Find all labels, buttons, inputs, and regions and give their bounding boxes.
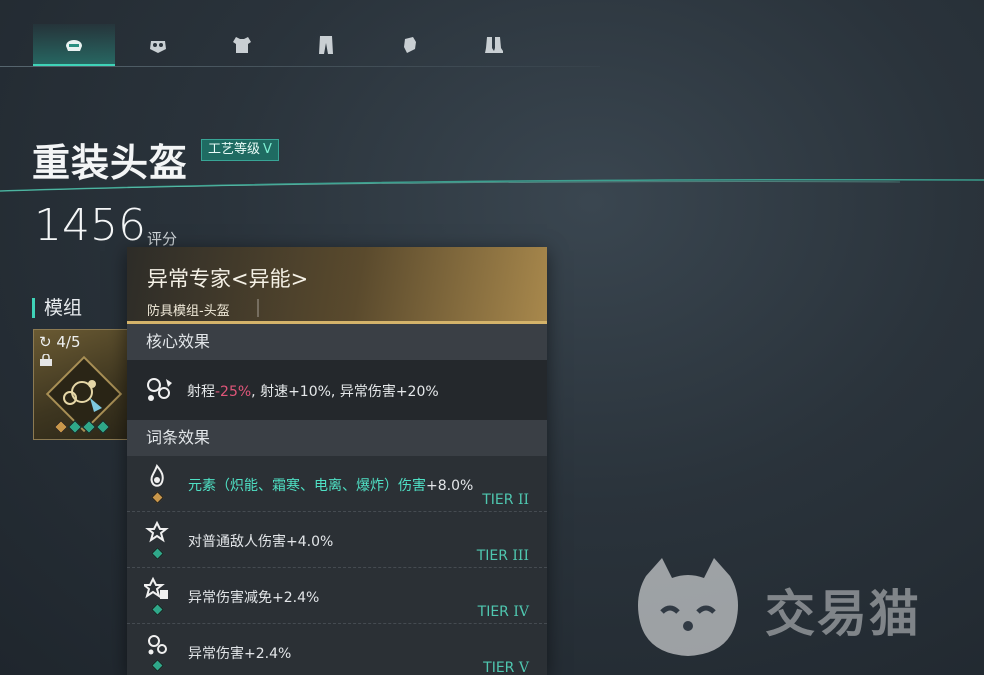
- affix-row: 对普通敌人伤害+4.0% TIER III: [127, 512, 547, 568]
- item-score: 1456: [34, 200, 146, 251]
- module-tooltip: 异常专家<异能> 防具模组-头盔 核心效果 射程-25%, 射速+10%, 异常…: [127, 247, 547, 675]
- header-divider: [257, 299, 259, 317]
- watermark-cat-logo-icon: [638, 558, 738, 656]
- affix-text: 异常伤害减免+2.4%: [188, 590, 320, 606]
- rarity-dot-green: [81, 419, 97, 435]
- core-effect-negative: -25%: [215, 384, 252, 400]
- slot-tab-mask[interactable]: [117, 24, 199, 66]
- rarity-dot-green: [95, 419, 111, 435]
- craft-level-badge: 工艺等级 V: [201, 139, 279, 161]
- module-card[interactable]: ↻ 4/5: [33, 329, 131, 440]
- gloves-icon: [404, 37, 416, 53]
- affix-text: 异常伤害+2.4%: [188, 646, 292, 662]
- slot-tab-pants[interactable]: [285, 24, 367, 66]
- affix-gem-green: [151, 659, 164, 672]
- decorative-light-streak: [0, 178, 984, 192]
- affix-gem-green: [151, 603, 164, 616]
- slot-tab-helmet[interactable]: [33, 24, 115, 66]
- module-type: 防具模组-头盔: [147, 304, 230, 319]
- anomaly-damage-icon: [148, 635, 167, 655]
- affix-gem-green: [151, 547, 164, 560]
- affix-tier: TIER II: [482, 492, 529, 508]
- pants-icon: [319, 36, 333, 54]
- tooltip-header: 异常专家<异能> 防具模组-头盔: [127, 247, 547, 324]
- affix-gem-gold: [151, 491, 164, 504]
- affix-tier: TIER V: [483, 660, 529, 675]
- affix-tier: TIER IV: [477, 604, 529, 620]
- module-slot-count: ↻ 4/5: [39, 333, 81, 351]
- core-effect-text: 射程-25%, 射速+10%, 异常伤害+20%: [187, 384, 439, 400]
- slot-tab-boots[interactable]: [453, 24, 535, 66]
- affix-row: 异常伤害减免+2.4% TIER IV: [127, 568, 547, 624]
- affix-text: 对普通敌人伤害+4.0%: [188, 534, 334, 550]
- watermark-text: 交易猫: [765, 585, 921, 643]
- lock-icon: [40, 354, 52, 366]
- element-damage-icon: [150, 464, 164, 487]
- module-rarity-dots: [53, 419, 111, 435]
- slot-bar-divider: [0, 66, 600, 67]
- equipment-slot-bar: [0, 22, 600, 68]
- affix-row: 元素（炽能、霜寒、电离、爆炸）伤害+8.0% TIER II: [127, 456, 547, 512]
- slot-tab-chest[interactable]: [201, 24, 283, 66]
- mask-icon: [150, 41, 166, 53]
- core-effect-title: 核心效果: [127, 324, 547, 360]
- module-name: 异常专家<异能>: [147, 267, 309, 291]
- affix-tier: TIER III: [476, 548, 529, 564]
- affix-row: 异常伤害+2.4% TIER V: [127, 624, 547, 675]
- item-score-label: 评分: [147, 230, 178, 248]
- helmet-icon: [66, 40, 82, 51]
- rarity-dot-green: [67, 419, 83, 435]
- rarity-dot-gold: [53, 419, 69, 435]
- normal-enemy-damage-icon: [145, 520, 169, 543]
- anomaly-core-icon: [147, 378, 172, 401]
- core-effect-row: 射程-25%, 射速+10%, 异常伤害+20%: [127, 360, 547, 420]
- chest-armor-icon: [233, 37, 251, 53]
- slot-tab-gloves[interactable]: [369, 24, 451, 66]
- affix-effect-title: 词条效果: [127, 420, 547, 456]
- craft-level-label: 工艺等级: [208, 142, 261, 157]
- affix-text: 元素（炽能、霜寒、电离、爆炸）伤害+8.0%: [188, 478, 474, 494]
- module-section-title: 模组: [32, 298, 82, 318]
- boots-icon: [485, 37, 503, 53]
- craft-level-value: V: [263, 142, 272, 157]
- anomaly-damage-reduction-icon: [144, 576, 168, 599]
